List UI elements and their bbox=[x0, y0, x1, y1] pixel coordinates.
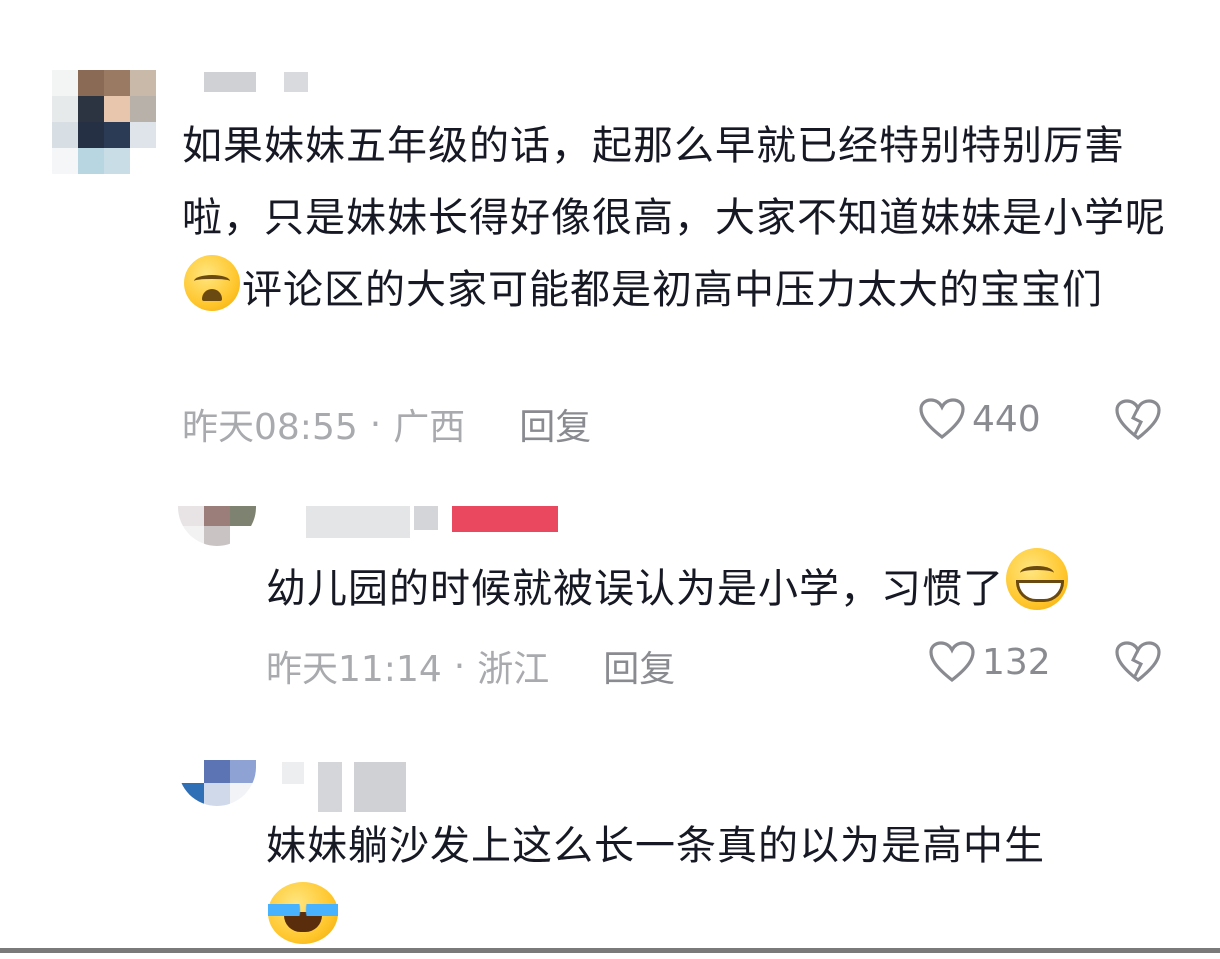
heart-icon bbox=[929, 641, 975, 683]
comment-text: 妹妹躺沙发上这么长一条真的以为是高中生 bbox=[266, 810, 1186, 959]
like-button[interactable]: 132 bbox=[928, 640, 1051, 684]
separator: · bbox=[453, 645, 466, 687]
location: 广西 bbox=[393, 407, 466, 448]
username[interactable] bbox=[282, 762, 406, 812]
reply-button[interactable]: 回复 bbox=[519, 398, 591, 450]
comment-meta: 昨天08:55 · 广西 回复 bbox=[182, 398, 591, 450]
broken-heart-icon[interactable] bbox=[1114, 640, 1162, 684]
timestamp: 昨天11:14 bbox=[266, 649, 442, 690]
like-button[interactable]: 440 bbox=[918, 397, 1041, 441]
reply-button[interactable]: 回复 bbox=[603, 640, 675, 692]
grinning-face-icon bbox=[1006, 548, 1068, 610]
separator: · bbox=[369, 403, 382, 445]
bottom-divider bbox=[0, 948, 1220, 953]
comment-text: 如果妹妹五年级的话，起那么早就已经特别特别厉害啦，只是妹妹长得好像很高，大家不知… bbox=[182, 123, 1166, 313]
comment-text: 幼儿园的时候就被误认为是小学，习惯了 bbox=[266, 548, 1186, 625]
timestamp: 昨天08:55 bbox=[182, 407, 358, 448]
face-with-tears-of-joy-icon bbox=[268, 882, 338, 944]
like-count: 440 bbox=[972, 398, 1041, 440]
username[interactable] bbox=[306, 506, 558, 538]
comment-meta: 昨天11:14 · 浙江 回复 bbox=[266, 640, 675, 692]
avatar[interactable] bbox=[52, 70, 156, 174]
heart-icon bbox=[919, 398, 965, 440]
avatar[interactable] bbox=[178, 760, 256, 806]
like-count: 132 bbox=[982, 641, 1051, 683]
location: 浙江 bbox=[477, 649, 550, 690]
broken-heart-icon[interactable] bbox=[1114, 398, 1162, 442]
loudly-crying-face-icon bbox=[184, 255, 240, 311]
username[interactable] bbox=[204, 72, 308, 92]
avatar[interactable] bbox=[178, 506, 256, 546]
